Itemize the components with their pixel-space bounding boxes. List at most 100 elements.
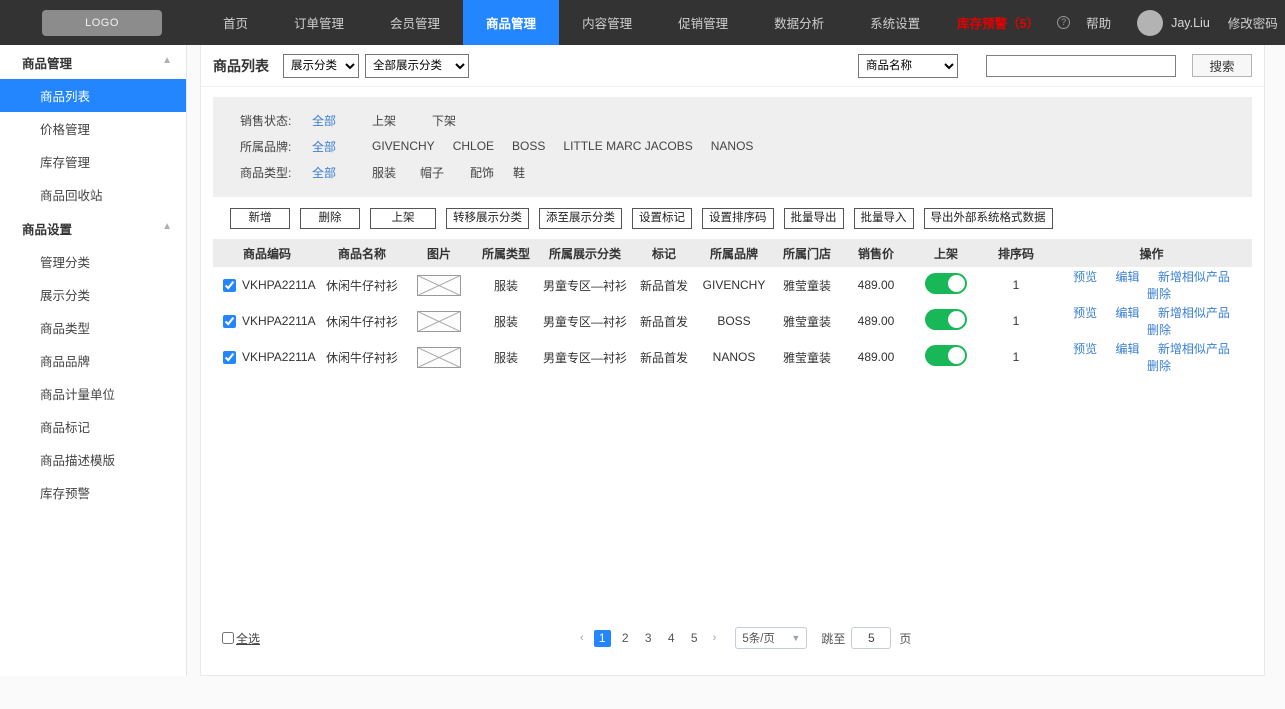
preview-link[interactable]: 预览 [1073,306,1097,320]
edit-link[interactable]: 编辑 [1115,342,1139,356]
cell-on-shelf [911,303,981,339]
add-to-display-category-button[interactable]: 添至展示分类 [539,208,622,229]
filter-option-accessories[interactable]: 配饰 [470,164,513,181]
add-similar-product-link[interactable]: 新增相似产品 [1158,270,1230,284]
nav-item-products[interactable]: 商品管理 [463,0,560,45]
avatar[interactable] [1137,9,1164,36]
sidebar-item-manage-category[interactable]: 管理分类 [0,245,186,278]
sidebar-item-label: 展示分类 [40,289,91,303]
filter-option-all[interactable]: 全部 [312,164,372,181]
row-checkbox[interactable] [223,278,236,292]
search-field-select[interactable]: 商品名称 [858,53,958,78]
add-button[interactable]: 新增 [230,208,290,229]
set-mark-button[interactable]: 设置标记 [632,208,692,229]
nav-item-home[interactable]: 首页 [200,0,271,45]
filter-option-chloe[interactable]: CHLOE [453,139,494,153]
nav-item-members[interactable]: 会员管理 [367,0,463,45]
filter-option-little-marc-jacobs[interactable]: LITTLE MARC JACOBS [563,139,692,153]
sidebar-item-stock-management[interactable]: 库存管理 [0,145,186,178]
prev-page-button[interactable]: ‹ [573,632,591,644]
sidebar-item-product-list[interactable]: 商品列表 [0,79,186,112]
page-button-2[interactable]: 2 [617,630,634,647]
delete-link[interactable]: 删除 [1147,287,1171,301]
page-button-1[interactable]: 1 [593,629,611,647]
nav-item-analytics[interactable]: 数据分析 [751,0,847,45]
jump-to-input[interactable] [851,627,892,649]
category-type-select[interactable]: 展示分类 [283,53,359,78]
row-checkbox[interactable] [223,350,236,364]
nav-item-promotions[interactable]: 促销管理 [655,0,751,45]
product-code-value: VKHPA2211A [242,350,316,364]
stock-warning-link[interactable]: 库存预警（5） [943,0,1053,45]
set-sort-code-button[interactable]: 设置排序码 [702,208,774,229]
on-shelf-toggle[interactable] [925,273,967,294]
preview-link[interactable]: 预览 [1073,270,1097,284]
filter-option-off-shelf[interactable]: 下架 [432,112,456,129]
sidebar-item-product-type[interactable]: 商品类型 [0,311,186,344]
move-display-category-button[interactable]: 转移展示分类 [446,208,529,229]
sidebar-group-product-management[interactable]: 商品管理 ▲ [0,45,186,79]
filter-option-givenchy[interactable]: GIVENCHY [372,139,435,153]
delete-link[interactable]: 删除 [1147,359,1171,373]
filter-option-clothing[interactable]: 服装 [372,164,420,181]
cell-price: 489.00 [857,278,895,292]
page-size-select[interactable]: 5条/页 ▼ [735,627,808,649]
on-shelf-toggle[interactable] [925,345,967,366]
add-similar-product-link[interactable]: 新增相似产品 [1158,306,1230,320]
cell-display-category: 男童专区—衬衫 [542,278,627,293]
filter-option-boss[interactable]: BOSS [512,139,545,153]
put-on-shelf-button[interactable]: 上架 [370,208,436,229]
sidebar-item-stock-warning[interactable]: 库存预警 [0,476,186,509]
batch-export-button[interactable]: 批量导出 [783,208,844,229]
next-page-button[interactable]: › [706,632,724,644]
on-shelf-toggle[interactable] [925,309,967,330]
sidebar-item-price-management[interactable]: 价格管理 [0,112,186,145]
page-button-5[interactable]: 5 [686,630,703,647]
sidebar-item-product-description-template[interactable]: 商品描述模版 [0,443,186,476]
sidebar-group-product-settings[interactable]: 商品设置 ▲ [0,211,186,245]
edit-link[interactable]: 编辑 [1115,306,1139,320]
question-circle-icon[interactable]: ? [1057,16,1071,29]
search-input[interactable] [986,54,1176,77]
sidebar-item-product-recycle-bin[interactable]: 商品回收站 [0,178,186,211]
help-link[interactable]: 帮助 [1074,13,1123,32]
batch-import-button[interactable]: 批量导入 [853,208,914,229]
delete-button[interactable]: 删除 [300,208,360,229]
filter-option-nanos[interactable]: NANOS [711,139,754,153]
cell-product-name: 休闲牛仔衬衫 [325,314,398,329]
sidebar-item-display-category[interactable]: 展示分类 [0,278,186,311]
row-checkbox[interactable] [223,314,236,328]
edit-link[interactable]: 编辑 [1115,270,1139,284]
cell-image [403,303,475,339]
cell-product-name: 休闲牛仔衬衫 [325,278,398,293]
select-all-control[interactable]: 全选 [222,630,260,647]
sidebar-item-product-unit[interactable]: 商品计量单位 [0,377,186,410]
delete-link[interactable]: 删除 [1147,323,1171,337]
page-button-4[interactable]: 4 [663,630,680,647]
nav-item-content[interactable]: 内容管理 [559,0,655,45]
nav-item-orders[interactable]: 订单管理 [271,0,367,45]
filter-option-shoes[interactable]: 鞋 [513,164,525,181]
filter-option-all[interactable]: 全部 [312,138,372,155]
col-store: 所属门店 [773,239,841,267]
sidebar-item-product-brand[interactable]: 商品品牌 [0,344,186,377]
page-button-3[interactable]: 3 [640,630,657,647]
display-category-select[interactable]: 全部展示分类 [365,53,469,78]
preview-link[interactable]: 预览 [1073,342,1097,356]
filter-option-on-shelf[interactable]: 上架 [372,112,432,129]
export-external-format-button[interactable]: 导出外部系统格式数据 [923,208,1053,229]
filter-row-brand: 所属品牌: 全部 GIVENCHY CHLOE BOSS LITTLE MARC… [213,133,1252,159]
nav-item-settings[interactable]: 系统设置 [847,0,943,45]
filter-option-hats[interactable]: 帽子 [420,164,470,181]
search-button[interactable]: 搜索 [1192,54,1252,77]
logo[interactable]: LOGO [42,9,162,36]
change-password-link[interactable]: 修改密码 [1216,13,1285,32]
cell-operations: 预览 编辑 新增相似产品 删除 [1051,267,1252,303]
add-similar-product-link[interactable]: 新增相似产品 [1158,342,1230,356]
sidebar-item-product-mark[interactable]: 商品标记 [0,410,186,443]
select-all-checkbox[interactable] [222,632,234,644]
jump-to-label: 跳至 [821,631,846,646]
filter-option-all[interactable]: 全部 [312,112,372,129]
col-product-name: 商品名称 [321,239,403,267]
cell-mark: 新品首发 [639,278,688,293]
